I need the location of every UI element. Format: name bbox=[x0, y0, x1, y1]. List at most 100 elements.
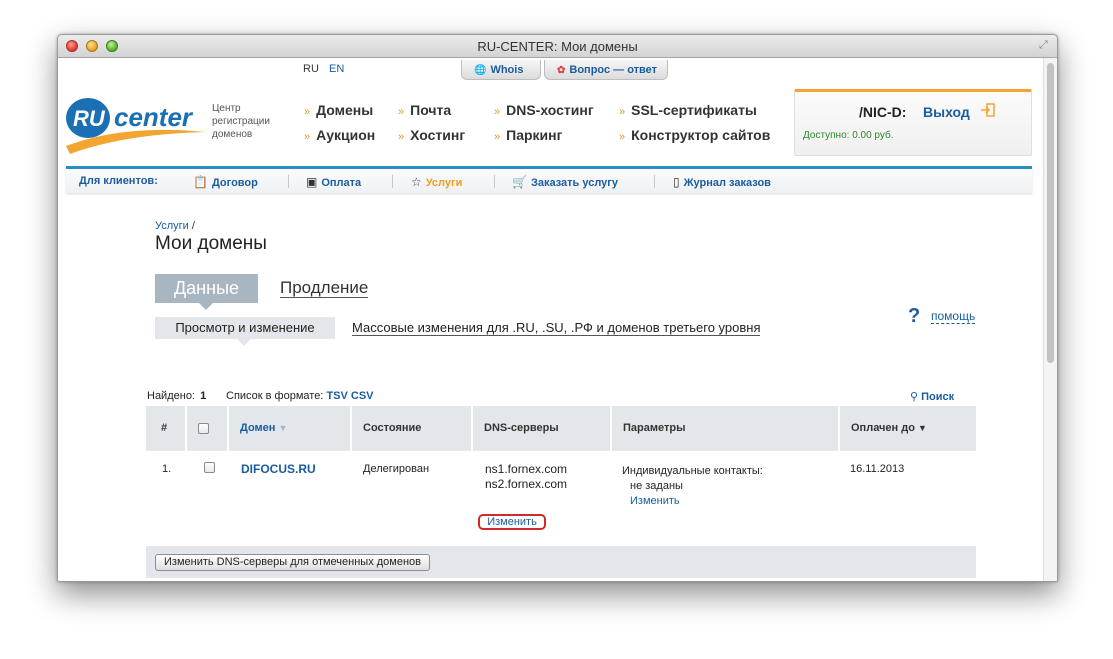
menu-label: Для клиентов: bbox=[79, 175, 158, 187]
search-icon: ⚲ bbox=[910, 391, 919, 403]
nav-label: Паркинг bbox=[506, 127, 563, 143]
col-paid[interactable]: Оплачен до ▼ bbox=[840, 406, 976, 451]
faq-tab[interactable]: ✿ Вопрос — ответ bbox=[544, 60, 668, 80]
row-checkbox[interactable] bbox=[204, 461, 215, 473]
col-num: # bbox=[146, 406, 187, 451]
chevron-right-icon: » bbox=[398, 131, 405, 143]
user-box: /NIC-D: Выход Доступно: 0.00 руб. bbox=[794, 89, 1032, 156]
tab-data[interactable]: Данные bbox=[155, 274, 258, 310]
sort-down-icon: ▼ bbox=[918, 423, 927, 433]
domain-state: Делегирован bbox=[363, 463, 430, 475]
subtab-view-edit[interactable]: Просмотр и изменение bbox=[155, 317, 335, 346]
lifebuoy-icon: ✿ bbox=[557, 65, 566, 76]
format-label: Список в формате: bbox=[226, 390, 324, 402]
found-number: 1 bbox=[200, 390, 207, 402]
title-bar: RU-CENTER: Мои домены ⤢ bbox=[58, 35, 1057, 58]
search-label: Поиск bbox=[921, 391, 955, 403]
logo-subtitle-line: доменов bbox=[212, 129, 253, 140]
logo-center-text: center bbox=[114, 102, 194, 132]
fullscreen-icon[interactable]: ⤢ bbox=[1039, 39, 1051, 51]
row-num: 1. bbox=[162, 463, 172, 475]
found-label: Найдено: bbox=[147, 390, 195, 402]
globe-icon: 🌐 bbox=[474, 65, 487, 76]
star-icon: ☆ bbox=[411, 175, 422, 189]
whois-tab[interactable]: 🌐 Whois bbox=[461, 60, 541, 80]
wallet-icon: ▣ bbox=[306, 175, 318, 189]
nav-parking[interactable]: » Паркинг bbox=[494, 127, 562, 143]
menu-item-order[interactable]: 🛒 Заказать услугу bbox=[512, 175, 618, 189]
select-all-checkbox[interactable] bbox=[198, 422, 209, 434]
export-format: Список в формате: TSV CSV bbox=[226, 390, 374, 402]
chevron-right-icon: » bbox=[494, 106, 501, 118]
page-content: RU EN 🌐 Whois ✿ Вопрос — ответ RU center Ц… bbox=[58, 58, 1044, 581]
chevron-right-icon: » bbox=[494, 131, 501, 143]
sort-down-icon: ▼ bbox=[278, 423, 288, 433]
logout-link[interactable]: Выход bbox=[923, 104, 970, 120]
balance-text: Доступно: 0.00 руб. bbox=[803, 130, 894, 141]
logo-subtitle-line: регистрации bbox=[212, 116, 270, 127]
faq-tab-label: Вопрос — ответ bbox=[569, 64, 658, 76]
ns2: ns2.fornex.com bbox=[485, 477, 568, 491]
search-link[interactable]: ⚲ Поиск bbox=[910, 390, 954, 403]
chevron-right-icon: » bbox=[398, 106, 405, 118]
chevron-right-icon: » bbox=[619, 106, 626, 118]
nav-label: Хостинг bbox=[410, 127, 466, 143]
nav-ssl[interactable]: » SSL-сертификаты bbox=[619, 102, 757, 118]
change-dns-link[interactable]: Изменить bbox=[478, 514, 546, 530]
nav-auction[interactable]: » Аукцион bbox=[304, 127, 375, 143]
menu-divider bbox=[288, 175, 289, 188]
book-icon: ▯ bbox=[673, 175, 680, 189]
change-dns-selected-button[interactable]: Изменить DNS-серверы для отмеченных доме… bbox=[155, 554, 431, 571]
nav-domains[interactable]: » Домены bbox=[304, 102, 373, 118]
breadcrumb: Услуги / bbox=[155, 220, 195, 232]
export-tsv-link[interactable]: TSV bbox=[326, 390, 347, 402]
scrollbar-thumb[interactable] bbox=[1047, 63, 1054, 363]
change-params-link[interactable]: Изменить bbox=[630, 495, 680, 507]
menu-item-label: Услуги bbox=[425, 177, 463, 189]
domain-link[interactable]: DIFOCUS.RU bbox=[241, 462, 316, 476]
lang-en-link[interactable]: EN bbox=[329, 63, 344, 75]
lang-ru-link[interactable]: RU bbox=[303, 63, 319, 75]
col-params: Параметры bbox=[612, 406, 840, 451]
page-title: Мои домены bbox=[155, 233, 267, 254]
menu-item-order-log[interactable]: ▯ Журнал заказов bbox=[673, 175, 771, 189]
col-paid-label: Оплачен до bbox=[851, 422, 915, 434]
nav-hosting[interactable]: » Хостинг bbox=[398, 127, 465, 143]
logo-subtitle: Центр регистрации доменов bbox=[212, 102, 282, 141]
help-icon[interactable]: ? bbox=[908, 305, 920, 328]
found-count: Найдено: 1 bbox=[147, 390, 206, 402]
col-domain-label: Домен bbox=[240, 422, 276, 434]
col-dns: DNS-серверы bbox=[473, 406, 612, 451]
nav-mail[interactable]: » Почта bbox=[398, 102, 451, 118]
table-footer: Изменить DNS-серверы для отмеченных доме… bbox=[146, 546, 976, 578]
col-select bbox=[187, 406, 229, 451]
col-state: Состояние bbox=[352, 406, 473, 451]
breadcrumb-separator: / bbox=[191, 220, 195, 232]
nav-dns-hosting[interactable]: » DNS-хостинг bbox=[494, 102, 594, 118]
nic-handle: /NIC-D: bbox=[859, 104, 907, 120]
menu-item-label: Журнал заказов bbox=[683, 177, 771, 189]
clipboard-icon: 📋 bbox=[193, 175, 208, 189]
chevron-right-icon: » bbox=[304, 131, 311, 143]
nav-label: Домены bbox=[316, 102, 374, 118]
menu-item-contract[interactable]: 📋 Договор bbox=[193, 175, 258, 189]
menu-item-label: Заказать услугу bbox=[530, 177, 618, 189]
vertical-scrollbar[interactable] bbox=[1043, 58, 1057, 581]
nav-site-builder[interactable]: » Конструктор сайтов bbox=[619, 127, 770, 143]
ru-center-logo[interactable]: RU center bbox=[64, 94, 209, 158]
paid-until: 16.11.2013 bbox=[850, 463, 905, 475]
export-csv-link[interactable]: CSV bbox=[351, 390, 374, 402]
help-link[interactable]: помощь bbox=[931, 309, 976, 324]
menu-item-payment[interactable]: ▣ Оплата bbox=[306, 175, 361, 189]
breadcrumb-services-link[interactable]: Услуги bbox=[155, 220, 189, 232]
tab-renewal[interactable]: Продление bbox=[280, 278, 369, 298]
logout-icon[interactable] bbox=[980, 102, 996, 118]
nav-label: Конструктор сайтов bbox=[631, 127, 771, 143]
menu-item-label: Договор bbox=[211, 177, 258, 189]
domains-table-header: # Домен ▼ Состояние DNS-серверы Параметр… bbox=[146, 406, 976, 451]
menu-item-services[interactable]: ☆ Услуги bbox=[411, 175, 462, 189]
nav-label: DNS-хостинг bbox=[506, 102, 594, 118]
col-domain[interactable]: Домен ▼ bbox=[229, 406, 352, 451]
subtab-bulk-changes[interactable]: Массовые изменения для .RU, .SU, .РФ и д… bbox=[352, 320, 761, 336]
browser-window: RU-CENTER: Мои домены ⤢ RU EN 🌐 Whois ✿ Во… bbox=[57, 34, 1058, 582]
